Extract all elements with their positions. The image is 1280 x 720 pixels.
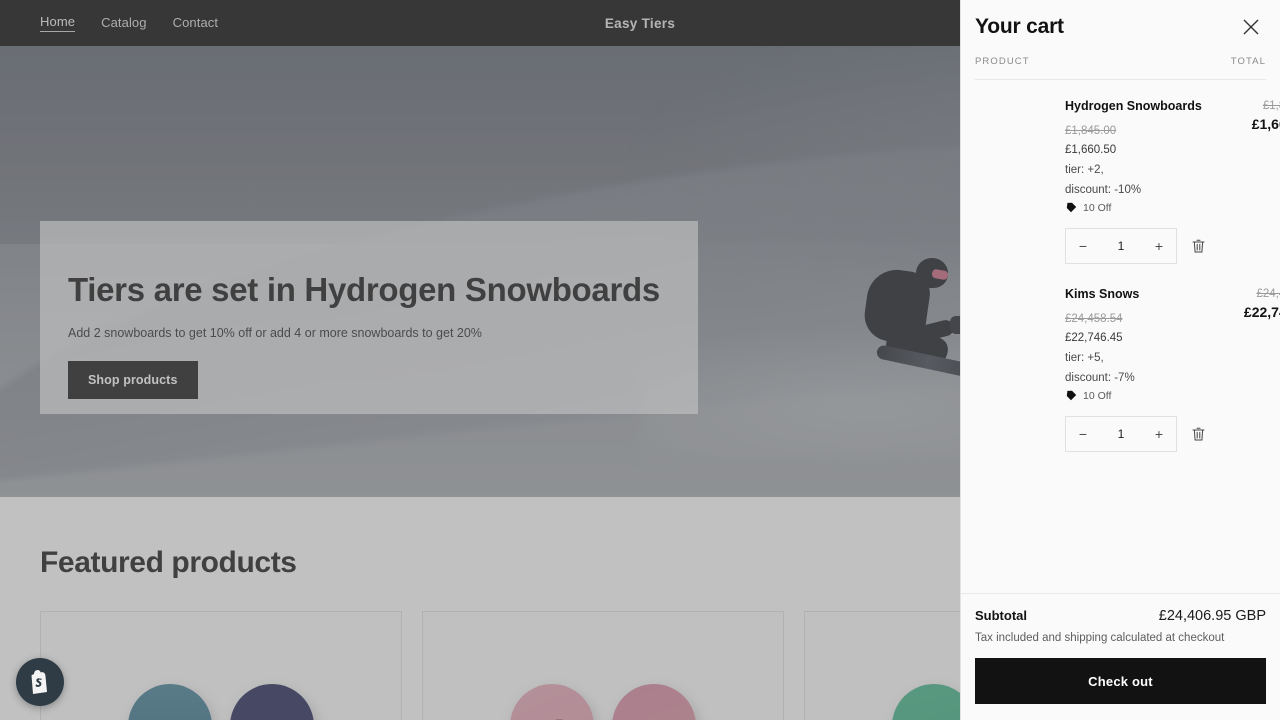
- increase-quantity-button[interactable]: +: [1142, 417, 1176, 451]
- line-item-price-original: £1,845.00: [1065, 125, 1117, 137]
- line-item-total: £1,845.00 £1,660.50: [1216, 98, 1280, 264]
- line-item-tier: tier: +2,: [1065, 164, 1104, 176]
- remove-line-item-button[interactable]: [1189, 236, 1208, 256]
- cart-column-headers: PRODUCT TOTAL: [975, 56, 1266, 80]
- decrease-quantity-button[interactable]: −: [1066, 417, 1100, 451]
- quantity-stepper: − 1 +: [1065, 228, 1177, 264]
- line-item-title[interactable]: Kims Snows: [1065, 286, 1208, 302]
- subtotal-value: £24,406.95 GBP: [1158, 608, 1266, 624]
- cart-line-item: Hydrogen Snowboards £1,845.00 £1,660.50 …: [975, 80, 1280, 264]
- quantity-value: 1: [1117, 427, 1125, 441]
- checkout-button[interactable]: Check out: [975, 658, 1266, 704]
- line-item-title[interactable]: Hydrogen Snowboards: [1065, 98, 1208, 114]
- column-header-product: PRODUCT: [975, 56, 1030, 67]
- line-item-quantity-row: − 1 +: [1065, 228, 1208, 264]
- cart-header: Your cart: [961, 0, 1280, 40]
- line-item-total-discounted: £22,746.45: [1243, 304, 1280, 320]
- discount-badge-label: 10 Off: [1083, 202, 1112, 214]
- tag-icon: [1066, 202, 1077, 213]
- tag-icon: [1066, 390, 1077, 401]
- increase-quantity-button[interactable]: +: [1142, 229, 1176, 263]
- line-item-thumbnail[interactable]: [975, 286, 1065, 452]
- subtotal-row: Subtotal £24,406.95 GBP: [975, 608, 1266, 624]
- cart-title: Your cart: [975, 15, 1064, 38]
- subtotal-label: Subtotal: [975, 608, 1027, 623]
- decrease-quantity-button[interactable]: −: [1066, 229, 1100, 263]
- tax-shipping-note: Tax included and shipping calculated at …: [975, 632, 1225, 644]
- quantity-value: 1: [1117, 239, 1125, 253]
- shopify-bag-icon: [31, 670, 47, 694]
- cart-drawer: Your cart PRODUCT TOTAL Hydrogen Snowboa…: [960, 0, 1280, 720]
- line-item-quantity-row: − 1 +: [1065, 416, 1208, 452]
- line-item-discount-badge: 10 Off: [1065, 390, 1208, 402]
- line-item-thumbnail[interactable]: [975, 98, 1065, 264]
- line-item-details: Hydrogen Snowboards £1,845.00 £1,660.50 …: [1065, 98, 1216, 264]
- line-item-total-original: £24,458.54: [1256, 288, 1280, 300]
- cart-items-list: Hydrogen Snowboards £1,845.00 £1,660.50 …: [961, 80, 1280, 593]
- quantity-stepper: − 1 +: [1065, 416, 1177, 452]
- close-icon: [1243, 19, 1259, 35]
- line-item-total-original: £1,845.00: [1262, 100, 1280, 112]
- line-item-discount: discount: -7%: [1065, 372, 1135, 384]
- line-item-discount: discount: -10%: [1065, 184, 1142, 196]
- line-item-details: Kims Snows £24,458.54 £22,746.45 tier: +…: [1065, 286, 1216, 452]
- close-cart-button[interactable]: [1238, 14, 1264, 40]
- discount-badge-label: 10 Off: [1083, 390, 1112, 402]
- remove-line-item-button[interactable]: [1189, 424, 1208, 444]
- line-item-price-discounted: £22,746.45: [1065, 332, 1123, 344]
- cart-footer: Subtotal £24,406.95 GBP Tax included and…: [961, 593, 1280, 720]
- shopify-badge-button[interactable]: [16, 658, 64, 706]
- trash-icon: [1192, 239, 1205, 253]
- line-item-total-discounted: £1,660.50: [1251, 116, 1280, 132]
- column-header-total: TOTAL: [1230, 56, 1266, 67]
- line-item-discount-badge: 10 Off: [1065, 202, 1208, 214]
- trash-icon: [1192, 427, 1205, 441]
- line-item-tier: tier: +5,: [1065, 352, 1104, 364]
- line-item-price-discounted: £1,660.50: [1065, 144, 1117, 156]
- cart-line-item: Kims Snows £24,458.54 £22,746.45 tier: +…: [975, 264, 1280, 452]
- line-item-total: £24,458.54 £22,746.45: [1216, 286, 1280, 452]
- app-root: Home Catalog Contact Easy Tiers Tiers ar…: [0, 0, 1280, 720]
- line-item-price-original: £24,458.54: [1065, 313, 1123, 325]
